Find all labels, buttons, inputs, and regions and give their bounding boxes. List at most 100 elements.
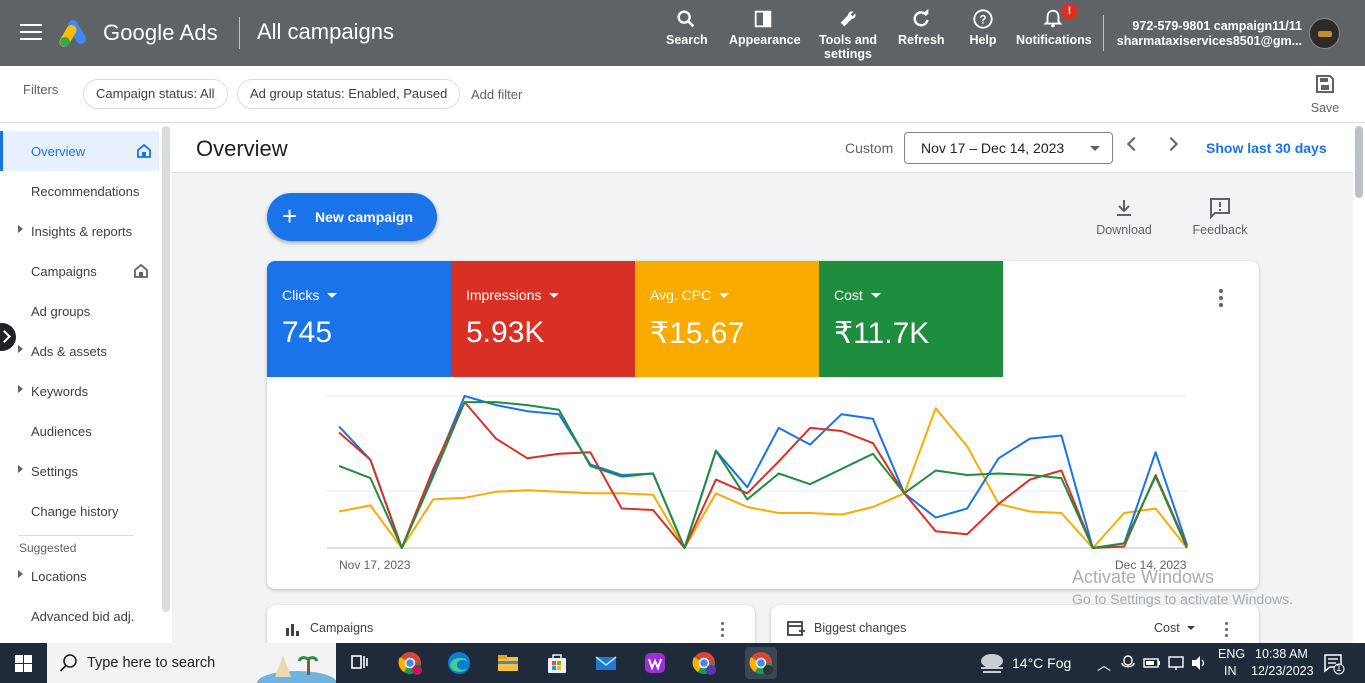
- tools-and-settings-button[interactable]: Tools and settings: [818, 8, 878, 61]
- dropdown-caret-icon: [549, 293, 560, 298]
- expand-arrow-icon: [18, 570, 23, 578]
- dropdown-caret-icon: [870, 293, 881, 298]
- account-info[interactable]: 972-579-9801 campaign11/11 sharmataxiser…: [1112, 19, 1302, 49]
- notifications-button[interactable]: ! Notifications: [1016, 3, 1092, 47]
- bar-chart-icon: [286, 624, 299, 636]
- previous-period-button[interactable]: [1126, 136, 1142, 152]
- sidebar-scrollbar[interactable]: [162, 126, 170, 612]
- microsoft-store-icon[interactable]: [543, 649, 571, 677]
- task-view-icon[interactable]: [346, 649, 374, 677]
- network-icon[interactable]: [1167, 655, 1185, 671]
- nav-item-settings[interactable]: Settings: [0, 451, 159, 491]
- search-icon: [677, 10, 695, 28]
- appearance-icon: [754, 10, 772, 28]
- clock-date: 12/23/2023: [1251, 664, 1314, 678]
- brand-name: Google Ads: [103, 20, 218, 45]
- nav-item-locations[interactable]: Locations: [0, 556, 159, 596]
- appearance-button[interactable]: Appearance: [729, 8, 801, 47]
- add-filter-button[interactable]: Add filter: [471, 87, 522, 102]
- file-explorer-icon[interactable]: [494, 649, 522, 677]
- nav-item-insights-reports[interactable]: Insights & reports: [0, 211, 159, 251]
- nav-item-advanced-bid-adj[interactable]: Advanced bid adj.: [0, 596, 159, 636]
- nav-item-audiences[interactable]: Audiences: [0, 411, 159, 451]
- performance-line-chart: [327, 395, 1188, 549]
- nav-item-change-history[interactable]: Change history: [0, 491, 159, 531]
- page-title: All campaigns: [257, 19, 394, 44]
- dropdown-caret-icon: [1090, 146, 1100, 151]
- expand-arrow-icon: [18, 345, 23, 353]
- feedback-icon: [1210, 198, 1230, 219]
- top-app-bar: Google Ads All campaigns Search Appearan…: [0, 0, 1365, 66]
- suggested-heading: Suggested: [19, 541, 77, 555]
- nav-item-campaigns[interactable]: Campaigns: [0, 251, 159, 291]
- chart-series-impressions: [338, 401, 1188, 549]
- nav-item-ad-groups[interactable]: Ad groups: [0, 291, 159, 331]
- google-ads-logo: [59, 20, 86, 48]
- card-more-options-button[interactable]: [1219, 289, 1225, 310]
- clock-time[interactable]: 10:38 AM: [1255, 647, 1308, 661]
- overview-title: Overview: [196, 136, 288, 161]
- mail-icon[interactable]: [592, 649, 620, 677]
- chrome-profile-s-icon[interactable]: [690, 649, 718, 677]
- save-button[interactable]: Save: [1306, 74, 1344, 115]
- taskbar-search-box[interactable]: Type here to search: [47, 643, 336, 683]
- meet-now-icon[interactable]: [1121, 655, 1135, 671]
- expand-arrow-icon: [18, 385, 23, 393]
- svg-text:?: ?: [979, 13, 986, 27]
- avatar[interactable]: [1309, 18, 1340, 49]
- search-highlight-illustration: [257, 655, 336, 683]
- chevron-up-icon[interactable]: ︿: [1097, 655, 1111, 675]
- nav-divider: [18, 535, 134, 536]
- nav-item-overview[interactable]: Overview: [0, 131, 159, 171]
- dropdown-caret-icon: [1187, 626, 1196, 630]
- metric-tile-cost[interactable]: Cost ₹11.7K: [819, 261, 1003, 377]
- wrench-icon: [840, 11, 856, 27]
- start-button[interactable]: [15, 655, 32, 672]
- volume-icon[interactable]: [1190, 655, 1208, 671]
- chrome-profile-a-icon[interactable]: [396, 649, 424, 677]
- biggest-changes-metric-select[interactable]: Cost: [1154, 621, 1196, 635]
- feedback-button[interactable]: Feedback: [1192, 197, 1248, 237]
- campaigns-card-menu-button[interactable]: [721, 622, 725, 640]
- date-range-select[interactable]: Nov 17 – Dec 14, 2023: [904, 132, 1113, 164]
- chrome-active-icon[interactable]: [745, 647, 777, 679]
- new-campaign-button[interactable]: + New campaign: [267, 193, 437, 241]
- nav-item-keywords[interactable]: Keywords: [0, 371, 159, 411]
- next-period-button[interactable]: [1163, 136, 1179, 152]
- metric-tile-avg-cpc[interactable]: Avg. CPC ₹15.67: [635, 261, 819, 377]
- notification-badge: !: [1061, 3, 1078, 20]
- refresh-button[interactable]: Refresh: [898, 8, 945, 47]
- weather-text[interactable]: 14°C Fog: [1012, 655, 1071, 671]
- side-navigation: Overview Recommendations Insights & repo…: [0, 124, 159, 643]
- date-range-type: Custom: [845, 140, 894, 156]
- battery-icon[interactable]: [1143, 656, 1161, 670]
- search-icon: [59, 654, 77, 672]
- changes-icon: [787, 621, 805, 636]
- main-menu-button[interactable]: [20, 24, 42, 42]
- account-id: 972-579-9801 campaign11/11: [1132, 19, 1302, 33]
- filters-label: Filters: [23, 82, 59, 97]
- metric-tile-impressions[interactable]: Impressions 5.93K: [451, 261, 635, 377]
- biggest-changes-card-menu-button[interactable]: [1225, 622, 1229, 640]
- campaign-status-filter-chip[interactable]: Campaign status: All: [83, 79, 228, 109]
- language-indicator[interactable]: ENG: [1218, 647, 1245, 661]
- header-divider: [239, 17, 240, 49]
- main-scrollbar[interactable]: [1355, 126, 1363, 198]
- activate-windows-watermark: Activate Windows Go to Settings to activ…: [1072, 567, 1293, 607]
- nav-item-ads-assets[interactable]: Ads & assets: [0, 331, 159, 371]
- biggest-changes-card: Biggest changes Cost: [771, 605, 1259, 645]
- help-icon: ?: [973, 9, 993, 29]
- home-icon: [134, 264, 148, 278]
- ad-group-status-filter-chip[interactable]: Ad group status: Enabled, Paused: [237, 79, 461, 109]
- nav-item-recommendations[interactable]: Recommendations: [0, 171, 159, 211]
- download-button[interactable]: Download: [1096, 197, 1152, 237]
- search-button[interactable]: Search: [666, 8, 708, 47]
- windows-taskbar: Type here to search 14°C Fog ︿ ENG IN 10…: [0, 643, 1365, 683]
- account-email: sharmataxiservices8501@gm...: [1116, 34, 1302, 48]
- help-button[interactable]: ? Help: [966, 8, 1000, 47]
- edge-icon[interactable]: [445, 649, 473, 677]
- metric-tile-clicks[interactable]: Clicks 745: [267, 261, 451, 377]
- show-last-30-days-button[interactable]: Show last 30 days: [1206, 140, 1327, 156]
- wps-office-icon[interactable]: [641, 649, 669, 677]
- expand-arrow-icon: [18, 225, 23, 233]
